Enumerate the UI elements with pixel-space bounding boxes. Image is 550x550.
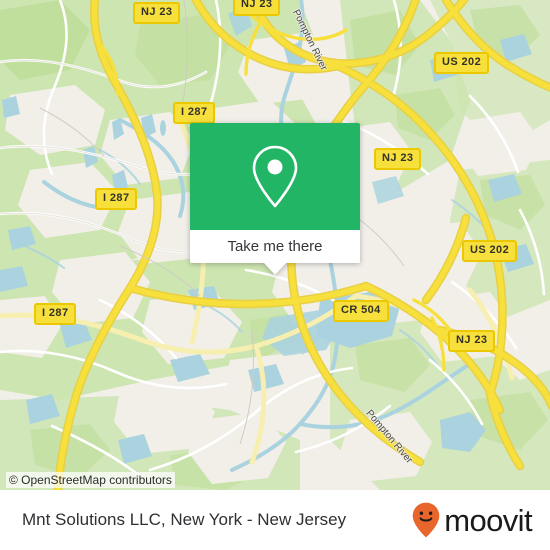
- road-shield-i287-upper: I 287: [173, 102, 216, 124]
- map-canvas[interactable]: NJ 23 NJ 23 US 202 I 287 NJ 23 I 287 US …: [0, 0, 550, 490]
- road-shield-i287-lower-left: I 287: [34, 303, 77, 325]
- map-attribution[interactable]: © OpenStreetMap contributors: [6, 472, 175, 488]
- road-shield-us202-right: US 202: [462, 240, 518, 262]
- moovit-wordmark: moovit: [444, 502, 532, 538]
- location-popup-card[interactable]: Take me there: [190, 123, 360, 275]
- popup-header: [190, 123, 360, 230]
- moovit-smiling-pin-icon: [412, 502, 440, 538]
- road-shield-cr504: CR 504: [333, 300, 389, 322]
- map-screenshot: NJ 23 NJ 23 US 202 I 287 NJ 23 I 287 US …: [0, 0, 550, 550]
- road-shield-us202-top-right: US 202: [434, 52, 490, 74]
- popup-body: Take me there: [190, 123, 360, 263]
- map-pin-icon: [252, 145, 298, 207]
- road-shield-nj23-top-center: NJ 23: [233, 0, 281, 16]
- road-shield-nj23-middle: NJ 23: [374, 148, 422, 170]
- road-shield-i287-left: I 287: [95, 188, 138, 210]
- road-shield-nj23-lower-right: NJ 23: [448, 330, 496, 352]
- take-me-there-button[interactable]: Take me there: [190, 230, 360, 263]
- place-title: Mnt Solutions LLC, New York - New Jersey: [22, 510, 347, 529]
- popup-pointer: [264, 263, 286, 275]
- moovit-logo[interactable]: moovit: [412, 502, 533, 538]
- bottom-info-bar: Mnt Solutions LLC, New York - New Jersey…: [0, 490, 550, 550]
- road-shield-nj23-top-left: NJ 23: [133, 2, 181, 24]
